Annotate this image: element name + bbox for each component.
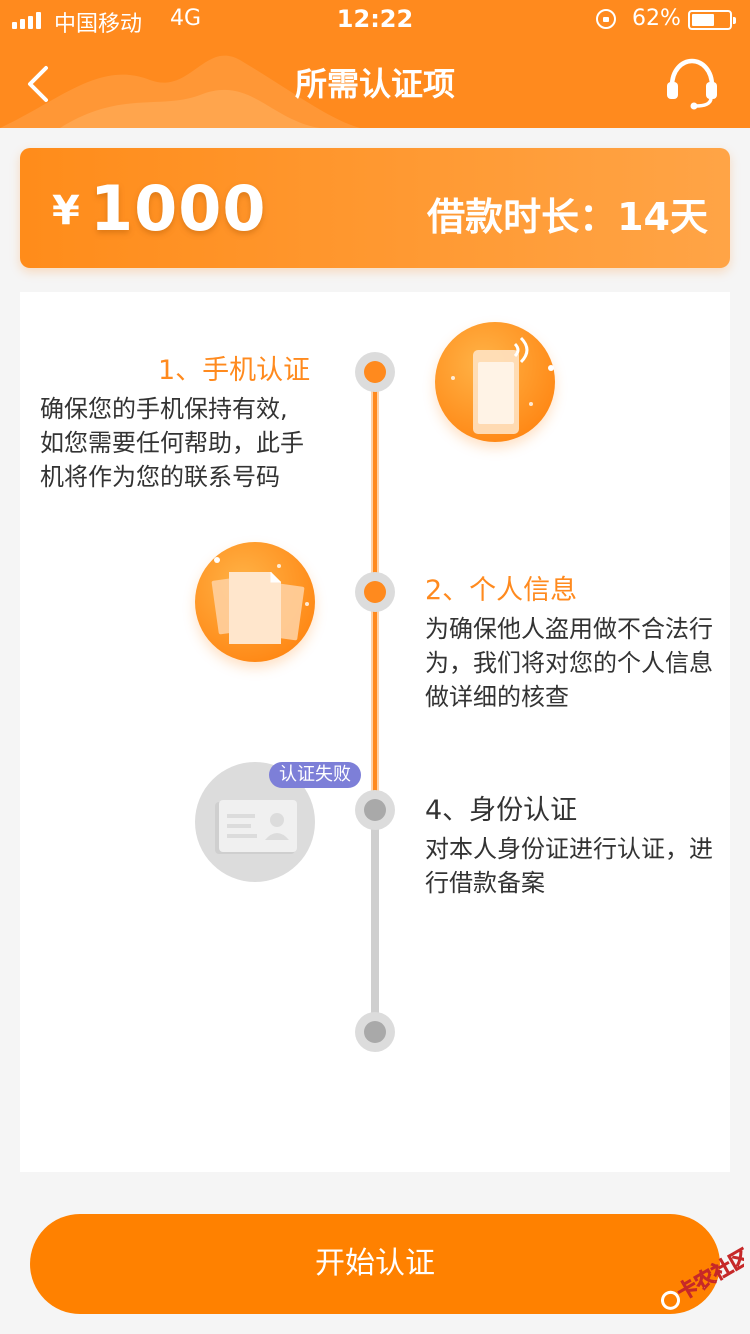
timeline-pending-line	[371, 802, 379, 1032]
step-title: 1、手机认证	[158, 355, 311, 386]
currency-symbol: ¥	[52, 188, 80, 234]
start-verification-button[interactable]: 开始认证	[30, 1214, 720, 1314]
page-title: 所需认证项	[294, 65, 455, 103]
verification-failed-badge: 认证失败	[269, 762, 361, 788]
step-description: 对本人身份证进行认证，进 行借款备案	[425, 835, 713, 897]
verification-steps-panel: 1、手机认证 确保您的手机保持有效, 如您需要任何帮助，此手 机将作为您的联系号…	[20, 292, 730, 1172]
step-title: 2、个人信息	[425, 575, 578, 606]
step-title: 4、身份认证	[425, 795, 578, 826]
svg-text:卡农社区: 卡农社区	[673, 1246, 744, 1305]
loan-summary-card: ¥ 1000 借款时长：14天	[20, 148, 730, 268]
battery-icon	[688, 10, 736, 30]
header-bar: 中国移动 4G 12:22 62% 所需认证项	[0, 0, 750, 128]
timeline-node-3	[355, 790, 395, 830]
timeline-node-1	[355, 352, 395, 392]
loan-amount: 1000	[90, 172, 267, 245]
battery-level-fill	[692, 14, 714, 26]
watermark-logo: 卡农社区	[661, 1246, 744, 1310]
status-bar: 中国移动 4G 12:22 62%	[0, 0, 750, 40]
headset-icon	[667, 58, 717, 110]
phone-icon[interactable]	[435, 322, 555, 442]
orientation-lock-icon	[596, 9, 616, 29]
loan-term: 借款时长：14天	[427, 195, 708, 239]
step-description: 为确保他人盗用做不合法行 为，我们将对您的个人信息 做详细的核查	[425, 615, 713, 711]
documents-icon[interactable]	[195, 542, 315, 662]
customer-service-button[interactable]	[664, 56, 720, 110]
timeline-node-end	[355, 1012, 395, 1052]
battery-percent: 62%	[632, 6, 681, 31]
step-description: 确保您的手机保持有效, 如您需要任何帮助，此手 机将作为您的联系号码	[40, 395, 304, 491]
timeline-node-2	[355, 572, 395, 612]
